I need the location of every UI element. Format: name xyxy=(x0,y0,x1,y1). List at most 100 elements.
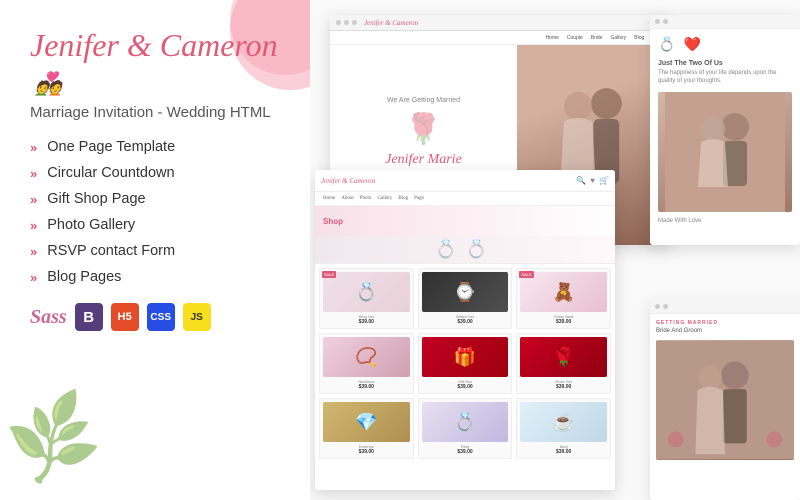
feature-label: Gift Shop Page xyxy=(47,191,145,207)
right-couple-photo xyxy=(658,92,792,212)
product-image: 💍 xyxy=(422,402,509,442)
nav-item: Gallery xyxy=(377,196,392,201)
html5-badge: H5 xyxy=(111,303,139,331)
shop-banner-text: Shop xyxy=(323,217,343,226)
shop-item: 💎 Earrings $39.00 xyxy=(319,398,414,459)
nav-item: Home xyxy=(546,35,559,41)
browser-dot xyxy=(655,19,660,24)
nav-item: Couple xyxy=(567,35,583,41)
brand-subtitle: Marriage Invitation - Wedding HTML xyxy=(30,104,280,121)
list-item: » Blog Pages xyxy=(30,269,280,285)
bride-groom-label: Bride And Groom xyxy=(656,328,794,334)
shop-banner: Shop xyxy=(315,206,615,236)
product-image: 🎁 xyxy=(422,337,509,377)
browser-brand: Jenifer & Cameron xyxy=(364,19,418,27)
screenshot-nav: Home Couple Bride Gallery Blog Page xyxy=(330,31,670,45)
list-item: » RSVP contact Form xyxy=(30,243,280,259)
tech-badges: Sass B H5 CSS JS xyxy=(30,303,280,331)
js-badge: JS xyxy=(183,303,211,331)
bride-groom-icon: 💑 xyxy=(35,72,62,96)
shop-item: SALE 🧸 Teddy Bear $39.00 xyxy=(516,268,611,329)
nav-item: Blog xyxy=(398,196,408,201)
browser-dot xyxy=(663,19,668,24)
just-two-text: Just The Two Of Us xyxy=(658,60,792,67)
browser-dot xyxy=(352,20,357,25)
features-list: » One Page Template » Circular Countdown… xyxy=(30,139,280,285)
list-item: » Photo Gallery xyxy=(30,217,280,233)
brand-name: Jenifer & Cameron xyxy=(30,27,278,63)
made-love-text: Made With Love xyxy=(658,218,792,224)
product-price: $39.00 xyxy=(323,449,410,455)
hero-we-text: We Are Getting Married xyxy=(387,97,460,104)
shop-item: 🎁 Gift Box $39.00 xyxy=(418,333,513,394)
browser-bar: Jenifer & Cameron xyxy=(330,15,670,31)
right-panel: Jenifer & Cameron Home Couple Bride Gall… xyxy=(310,0,800,500)
product-price: $39.00 xyxy=(520,319,607,325)
left-panel: Jenifer & Cameron 💑 Marriage Invitation … xyxy=(0,0,310,500)
product-price: $39.00 xyxy=(422,384,509,390)
sale-badge: SALE xyxy=(322,271,336,278)
shop-item: 💍 Ring $39.00 xyxy=(418,398,513,459)
screenshot-container: Jenifer & Cameron Home Couple Bride Gall… xyxy=(310,0,800,500)
list-item: » Circular Countdown xyxy=(30,165,280,181)
leaf-decoration: 🌿 xyxy=(0,386,109,493)
chevron-icon: » xyxy=(30,218,37,233)
product-price: $39.00 xyxy=(422,449,509,455)
couple-photo-bottom xyxy=(656,340,794,460)
product-price: $39.00 xyxy=(422,319,509,325)
shop-header: Jenifer & Cameron 🔍 ♥ 🛒 xyxy=(315,170,615,192)
rose-decoration: 🌹 xyxy=(405,112,442,147)
sass-badge: Sass xyxy=(30,306,67,329)
nav-item: About xyxy=(341,196,354,201)
shop-screenshot: Jenifer & Cameron 🔍 ♥ 🛒 Home About Photo… xyxy=(315,170,615,490)
product-image: ⌚ xyxy=(422,272,509,312)
shop-item: 🌹 Rose Set $39.00 xyxy=(516,333,611,394)
css3-badge: CSS xyxy=(147,303,175,331)
browser-dot xyxy=(336,20,341,25)
nav-item: Home xyxy=(323,196,335,201)
chevron-icon: » xyxy=(30,270,37,285)
heart-icon: ♥ xyxy=(590,176,595,185)
bootstrap-badge: B xyxy=(75,303,103,331)
chevron-icon: » xyxy=(30,140,37,155)
nav-item: Page xyxy=(414,196,424,201)
product-image: 📿 xyxy=(323,337,410,377)
shop-item: SALE 💍 Ring Set $39.00 xyxy=(319,268,414,329)
feature-label: Blog Pages xyxy=(47,269,121,285)
product-image: 🧸 xyxy=(520,272,607,312)
cart-icon: 🛒 xyxy=(599,176,609,185)
product-price: $39.00 xyxy=(520,384,607,390)
chevron-icon: » xyxy=(30,244,37,259)
product-price: $39.00 xyxy=(323,319,410,325)
right-content: 💍 ❤️ Just The Two Of Us The happiness of… xyxy=(650,29,800,232)
feature-label: Circular Countdown xyxy=(47,165,174,181)
list-item: » One Page Template xyxy=(30,139,280,155)
nav-item: Photo xyxy=(360,196,372,201)
nav-item: Blog xyxy=(634,35,644,41)
product-image: 💍 xyxy=(323,272,410,312)
product-image: 💎 xyxy=(323,402,410,442)
icons-row: 💍 ❤️ xyxy=(658,37,792,54)
product-image: ☕ xyxy=(520,402,607,442)
nav-item: Bride xyxy=(591,35,603,41)
feature-label: RSVP contact Form xyxy=(47,243,175,259)
page-container: Jenifer & Cameron 💑 Marriage Invitation … xyxy=(0,0,800,500)
feature-label: Photo Gallery xyxy=(47,217,135,233)
list-item: » Gift Shop Page xyxy=(30,191,280,207)
shop-item: ⌚ Watch Set $39.00 xyxy=(418,268,513,329)
couple-svg xyxy=(658,92,792,212)
shop-grid: SALE 💍 Ring Set $39.00 ⌚ Watch Set $39.0… xyxy=(315,264,615,463)
shop-brand: Jenifer & Cameron xyxy=(321,177,375,185)
ring-icon: 💍 xyxy=(658,37,675,54)
product-image: 🌹 xyxy=(520,337,607,377)
description-text: The happiness of your life depends upon … xyxy=(658,69,792,86)
heart-icon: ❤️ xyxy=(683,37,700,54)
brand-section: Jenifer & Cameron 💑 Marriage Invitation … xyxy=(30,28,280,121)
product-price: $39.00 xyxy=(323,384,410,390)
rings-decoration: 💍💍 xyxy=(435,239,496,260)
browser-bar xyxy=(650,300,800,314)
shop-nav: Home About Photo Gallery Blog Page xyxy=(315,192,615,206)
browser-dot xyxy=(655,304,660,309)
browser-dot xyxy=(663,304,668,309)
hero-name1: Jenifer Marie xyxy=(385,152,462,168)
